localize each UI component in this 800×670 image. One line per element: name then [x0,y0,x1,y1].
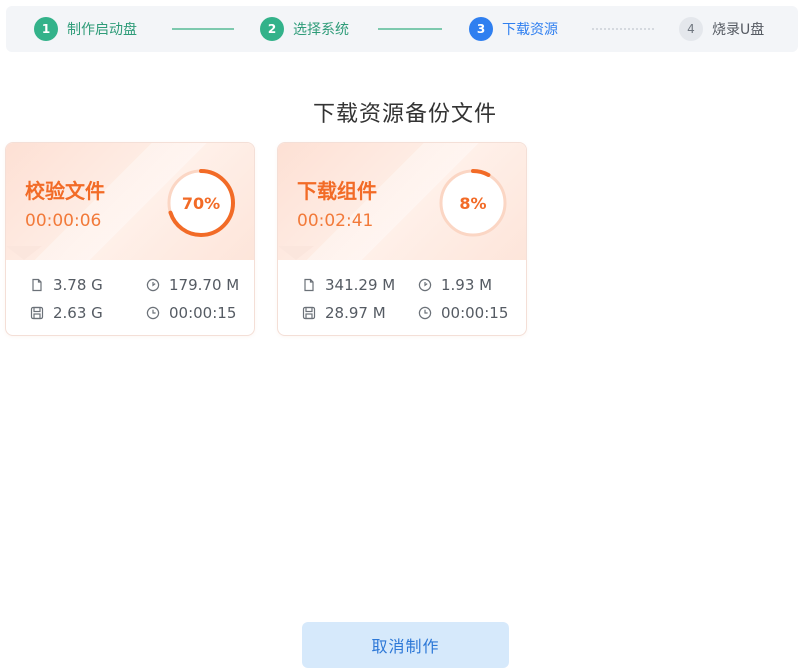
stat-total-size: 341.29 M [302,276,395,294]
stat-remaining: 00:00:15 [146,304,236,322]
save-icon [302,306,316,320]
stat-speed: 179.70 M [146,276,238,294]
card-elapsed-time: 00:02:41 [297,211,374,231]
stat-value: 00:00:15 [169,304,237,322]
card-title: 校验文件 [25,179,105,203]
card-title: 下载组件 [297,179,377,203]
progress-percent: 8% [459,193,487,213]
file-icon [32,278,42,292]
speed-icon [146,278,160,292]
stat-done-size: 2.63 G [30,304,103,322]
stat-value: 3.78 G [53,276,103,294]
card-stats: 3.78 G 2.63 G 179.70 M 00:00:15 [6,260,254,335]
card-elapsed-time: 00:00:06 [25,211,102,231]
stat-total-size: 3.78 G [30,276,103,294]
step-connector [592,28,654,30]
step-download-resources: 3 下载资源 [469,16,558,42]
progress-percent: 70% [181,193,221,213]
stat-done-size: 28.97 M [302,304,386,322]
clock-icon [418,306,432,320]
step-connector [378,28,442,30]
speed-icon [418,278,432,292]
clock-icon [146,306,160,320]
download-card-verify: 校验文件 00:00:06 70% 3.78 G 2.63 G 179.70 M… [5,142,255,336]
step-label: 制作启动盘 [67,22,137,38]
card-header: 校验文件 00:00:06 70% [6,143,254,260]
download-card-components: 下载组件 00:02:41 8% 341.29 M 28.97 M 1.93 M… [277,142,527,336]
stat-value: 00:00:15 [441,304,509,322]
stat-remaining: 00:00:15 [418,304,508,322]
page-title: 下载资源备份文件 [312,102,497,127]
stat-speed: 1.93 M [418,276,492,294]
step-number-4: 4 [679,17,703,41]
stat-value: 1.93 M [441,276,493,294]
card-header: 下载组件 00:02:41 8% [278,143,526,260]
step-label: 下载资源 [502,22,558,38]
step-number-3: 3 [469,17,493,41]
step-number-1: 1 [34,17,58,41]
step-label: 烧录U盘 [712,22,765,38]
step-select-system: 2 选择系统 [260,16,349,42]
card-stats: 341.29 M 28.97 M 1.93 M 00:00:15 [278,260,526,335]
stat-value: 28.97 M [325,304,386,322]
stat-value: 2.63 G [53,304,103,322]
step-connector [172,28,234,30]
cancel-button[interactable]: 取消制作 [302,622,509,668]
save-icon [30,306,44,320]
step-label: 选择系统 [293,22,349,38]
steps-bar: 1 制作启动盘 2 选择系统 3 下载资源 4 烧录U盘 [6,6,798,52]
stat-value: 341.29 M [325,276,396,294]
stat-value: 179.70 M [169,276,238,294]
file-icon [304,278,314,292]
step-create-boot-disk: 1 制作启动盘 [34,16,137,42]
step-burn-usb: 4 烧录U盘 [679,16,764,42]
step-number-2: 2 [260,17,284,41]
